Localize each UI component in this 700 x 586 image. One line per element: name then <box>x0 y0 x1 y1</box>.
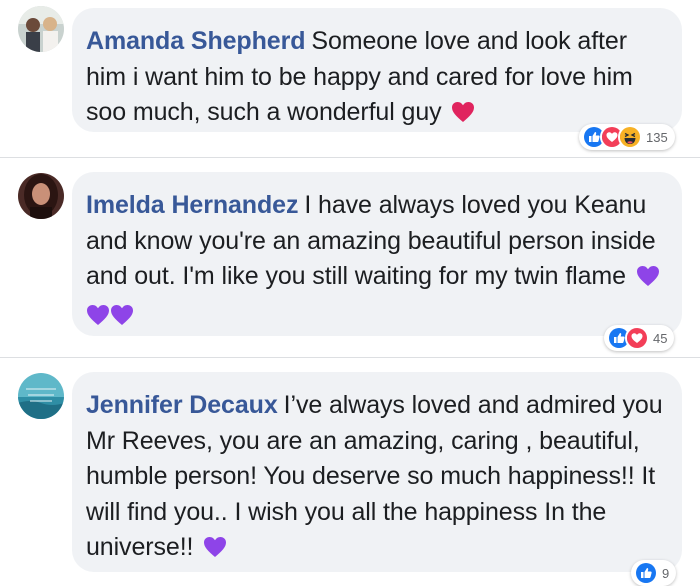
comment-bubble: Jennifer Decaux I’ve always loved and adm… <box>72 372 682 572</box>
red-heart-icon <box>451 98 475 134</box>
author-name[interactable]: Amanda Shepherd <box>86 27 305 55</box>
purple-heart-icon <box>86 301 110 337</box>
avatar[interactable] <box>18 173 64 219</box>
divider <box>0 157 700 158</box>
reaction-count: 9 <box>662 565 670 581</box>
haha-reaction-icon <box>618 125 642 149</box>
like-reaction-icon <box>634 561 658 585</box>
reaction-count: 135 <box>646 129 668 145</box>
purple-heart-icon <box>203 533 227 569</box>
avatar[interactable] <box>18 373 64 419</box>
author-name[interactable]: Imelda Hernandez <box>86 191 298 219</box>
reactions-summary[interactable]: 135 <box>579 124 675 150</box>
reactions-summary[interactable]: 45 <box>604 325 675 351</box>
avatar[interactable] <box>18 6 64 52</box>
divider <box>0 357 700 358</box>
purple-heart-icon <box>110 301 134 337</box>
love-reaction-icon <box>625 326 649 350</box>
reaction-count: 45 <box>653 330 668 346</box>
purple-heart-icon <box>636 262 660 298</box>
comment-bubble: Imelda Hernandez I have always loved you … <box>72 172 682 336</box>
author-name[interactable]: Jennifer Decaux <box>86 391 278 419</box>
comment-bubble: Amanda Shepherd Someone love and look aft… <box>72 8 682 132</box>
reactions-summary[interactable]: 9 <box>631 560 677 586</box>
